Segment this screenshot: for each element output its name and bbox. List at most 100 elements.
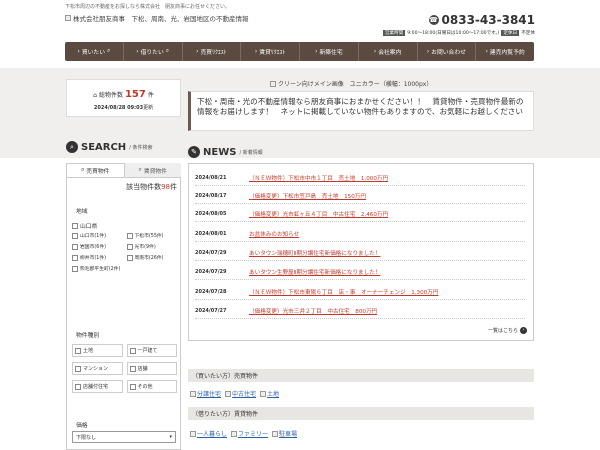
main-nav: › 買いたい ⌕ › 借りたい ⌕ › 売買ﾘｸｴｽﾄ › 賃貸ﾘｸｴｽﾄ › 新築住宅 › 会… (65, 42, 534, 61)
city-checkbox[interactable]: 山口市(1件) (72, 232, 123, 239)
broken-image-icon (260, 390, 267, 397)
type-checkbox[interactable]: 一戸建て (126, 344, 177, 357)
arrow-icon: › (77, 48, 80, 55)
news-link[interactable]: （価格変更）光市三井２丁目 中古住宅 800万円 (249, 307, 377, 315)
search-icon: ⌕ (138, 166, 142, 173)
nav-label: 賃貸ﾘｸｴｽﾄ (259, 50, 286, 56)
sale-link-land[interactable]: 土地 (260, 389, 279, 398)
stock-unit: 件 (147, 92, 154, 99)
news-subtitle: / 新着情報 (239, 149, 263, 156)
search-icon: ⌕ (81, 167, 85, 173)
nav-rent-request[interactable]: › 賃貸ﾘｸｴｽﾄ (241, 42, 300, 61)
prefecture-label: 山口県 (80, 224, 98, 230)
checkbox-icon (75, 365, 81, 372)
search-icon: ⌕ (66, 141, 78, 153)
phone-icon: ☎ (428, 15, 439, 25)
type-checkbox[interactable]: マンション (72, 362, 123, 375)
arrow-icon: › (254, 48, 258, 55)
nav-rent[interactable]: › 借りたい ⌕ (124, 42, 183, 61)
city-label: 下松市(55件) (134, 234, 164, 239)
nav-sale-request[interactable]: › 売買ﾘｸｴｽﾄ (183, 42, 242, 61)
prefecture-checkbox[interactable]: 山口県 (72, 221, 97, 230)
search-header: ⌕ SEARCH / 条件検索 (66, 141, 152, 153)
type-checkbox[interactable]: 土地 (72, 344, 123, 357)
city-checkbox[interactable]: 光市(9件) (126, 243, 178, 250)
nav-label: 借りたい (140, 50, 164, 56)
arrow-right-icon: › (520, 327, 527, 334)
search-panel (66, 177, 181, 450)
type-option-label: 土地 (83, 348, 94, 354)
news-date: 2024/08/01 (195, 230, 227, 237)
nav-company[interactable]: › 会社案内 (359, 42, 418, 61)
closed-text: 不定休 (521, 31, 535, 36)
news-link[interactable]: （ＮＥＷ物件）下松市中市１丁目 売土地 1,000万円 (249, 174, 388, 182)
nav-label: 売買ﾘｸｴｽﾄ (200, 50, 227, 56)
checkbox-icon (72, 265, 78, 272)
tab-sale[interactable]: ⌕ 売買物件 (66, 163, 125, 177)
news-date: 2024/07/28 (195, 288, 227, 295)
city-checkbox[interactable]: 下松市(55件) (126, 232, 178, 239)
city-checkbox[interactable]: 岩国市(6件) (72, 243, 123, 250)
nav-viewing-reservation[interactable]: › 建売内覧予約 (476, 42, 534, 61)
tab-rent[interactable]: ⌕ 賃貸物件 (124, 163, 181, 177)
arrow-icon: › (373, 48, 377, 55)
news-link[interactable]: あいタウン生野屋Ⅱ期分譲住宅新価格になりました！ (249, 268, 380, 276)
news-link[interactable]: あいタウン瑞穂町Ⅱ期分譲住宅新価格になりました！ (249, 249, 380, 257)
broken-image-icon (231, 430, 238, 437)
arrow-icon: › (315, 48, 318, 55)
type-checkbox[interactable]: その他 (126, 380, 177, 393)
news-list: 2024/08/21 （ＮＥＷ物件）下松市中市１丁目 売土地 1,000万円 20… (188, 163, 534, 341)
checkbox-icon (126, 254, 133, 261)
phone-number[interactable]: ☎ 0833-43-3841 (428, 13, 535, 27)
news-link[interactable]: （価格変更）下松市笠戸島 売土地 150万円 (249, 192, 366, 200)
search-icon: ⌕ (165, 48, 170, 54)
sale-links: 分譲住宅 中古住宅 土地 (190, 389, 279, 398)
home-icon: ⌂ (93, 92, 97, 99)
news-more-link[interactable]: 一覧はこちら › (488, 327, 527, 334)
news-item: 2024/07/29 あいタウン生野屋Ⅱ期分譲住宅新価格になりました！ (195, 264, 525, 280)
type-checkbox[interactable]: 店舗付住宅 (72, 380, 123, 393)
closed-label: 定休日 (501, 30, 520, 36)
checkbox-icon (129, 383, 136, 390)
broken-image-icon (65, 15, 71, 21)
nav-label: お問い合わせ (431, 50, 466, 56)
rent-link-family[interactable]: ファミリー (231, 429, 268, 438)
nav-contact[interactable]: › お問い合わせ (418, 42, 477, 61)
price-min-select[interactable]: 下限なし ▾ (72, 431, 176, 443)
news-link[interactable]: （ＮＥＷ物件）下松市東陽６丁目 店・事 オーナーチェンジ 1,300万円 (249, 288, 438, 296)
sale-link-used-homes[interactable]: 中古住宅 (225, 389, 256, 398)
nav-label: 建売内覧予約 (489, 50, 525, 56)
top-note: 下松市周辺の不動産をお探しなら株式会社 朋友商事にお任せください。 (65, 4, 231, 10)
logo-alt-text: 株式会社朋友商事 下松、周南、光、岩国地区の不動産情報 (73, 15, 249, 23)
city-checkbox[interactable]: 周南市(26件) (126, 254, 178, 261)
type-checkbox[interactable]: 店舗 (126, 362, 177, 375)
checkbox-icon (75, 347, 81, 354)
type-option-label: その他 (137, 384, 153, 390)
nav-new-homes[interactable]: › 新築住宅 (300, 42, 359, 61)
link-label: 中古住宅 (232, 391, 257, 398)
arrow-icon: › (426, 48, 430, 55)
rent-link-parking[interactable]: 駐車場 (272, 429, 297, 438)
rent-links: 一人暮らし ファミリー 駐車場 (190, 429, 297, 438)
link-label: 土地 (267, 391, 280, 398)
city-checkbox[interactable]: 熊毛郡平生町(2件) (72, 265, 177, 272)
sale-link-new-homes[interactable]: 分譲住宅 (190, 389, 221, 398)
search-subtitle: / 条件検索 (129, 144, 153, 151)
news-date: 2024/07/29 (195, 268, 227, 275)
link-label: 駐車場 (279, 431, 298, 438)
result-unit: 件 (170, 183, 177, 191)
nav-label: 新築住宅 (319, 50, 343, 56)
city-checkbox[interactable]: 柳井市(1件) (72, 254, 123, 261)
result-number: 98 (161, 183, 170, 191)
rent-link-single[interactable]: 一人暮らし (190, 429, 227, 438)
news-date: 2024/08/21 (195, 174, 227, 181)
site-logo[interactable]: 株式会社朋友商事 下松、周南、光、岩国地区の不動産情報 (65, 13, 249, 23)
link-label: ファミリー (238, 431, 269, 438)
checkbox-icon (72, 232, 78, 239)
news-item: 2024/07/28 （ＮＥＷ物件）下松市東陽６丁目 店・事 オーナーチェンジ 1… (195, 284, 525, 300)
nav-buy[interactable]: › 買いたい ⌕ (65, 42, 124, 61)
news-title: NEWS (203, 146, 237, 158)
news-link[interactable]: お盆休みのお知らせ (249, 230, 299, 238)
result-count: 該当物件数98件 (70, 182, 177, 192)
news-link[interactable]: （価格変更）光市虹ヶ丘４丁目 中古住宅 2,460万円 (249, 210, 388, 218)
